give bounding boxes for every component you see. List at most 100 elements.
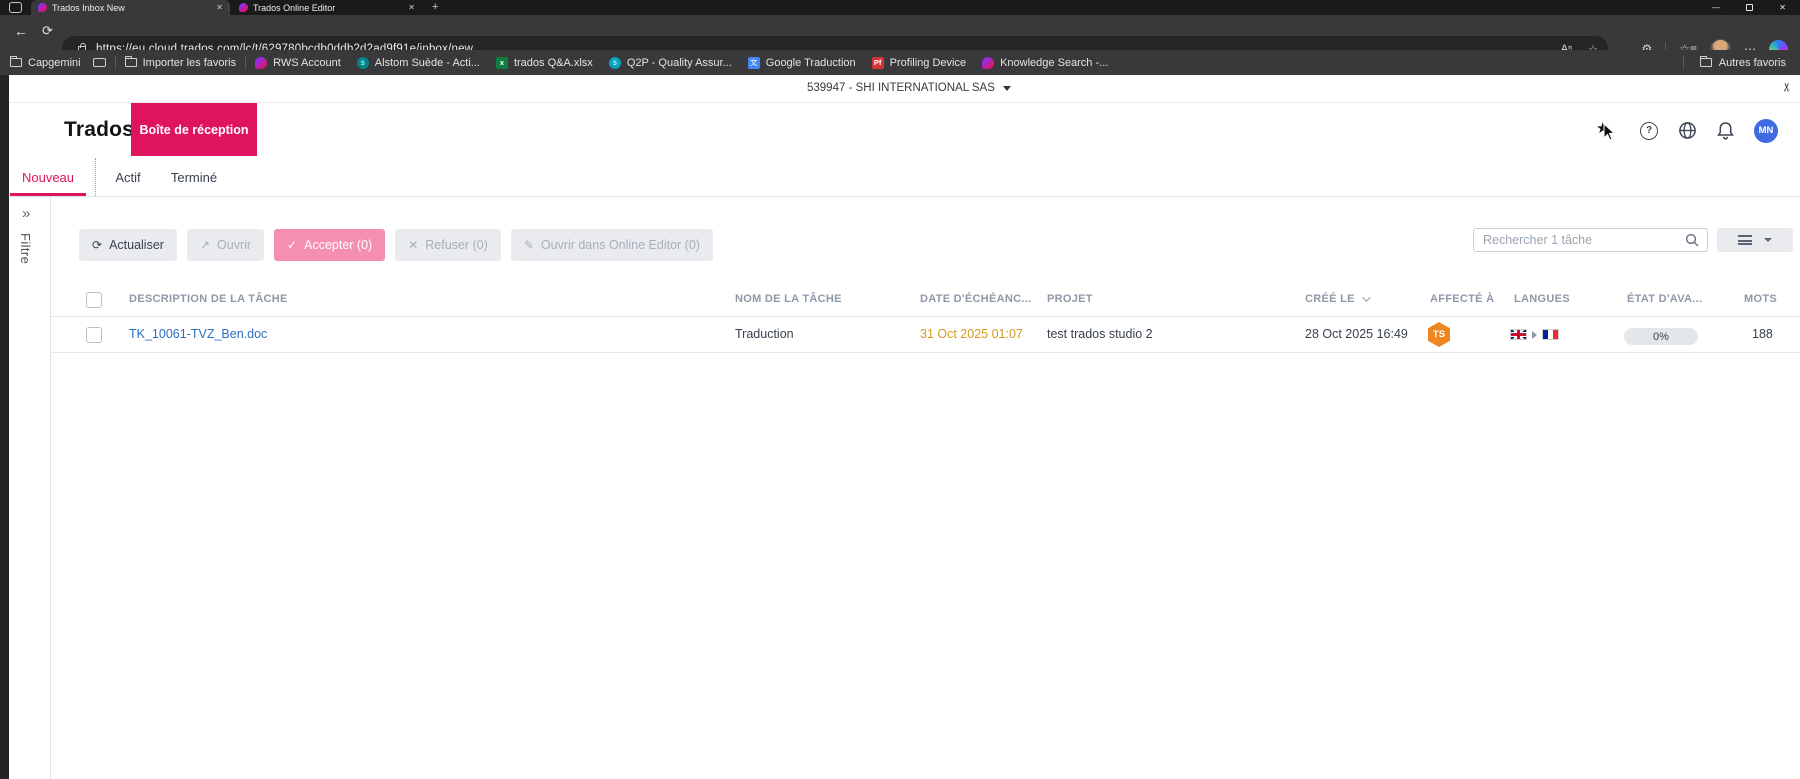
- uk-flag-icon: [1510, 329, 1527, 340]
- row-checkbox[interactable]: [86, 327, 102, 343]
- browser-tab-trados-inbox[interactable]: Trados Inbox New ✕: [31, 0, 230, 15]
- refresh-icon: ⟳: [92, 238, 103, 252]
- assignee-badge[interactable]: TS: [1428, 322, 1450, 347]
- bookmark-label: RWS Account: [273, 56, 341, 69]
- expand-sidebar-icon[interactable]: »: [22, 205, 30, 222]
- back-icon[interactable]: ←: [14, 23, 28, 39]
- tab-actions-icon[interactable]: [9, 2, 22, 13]
- open-button[interactable]: ↗ Ouvrir: [186, 229, 265, 261]
- sharepoint-icon: s: [356, 56, 369, 69]
- refresh-button[interactable]: ⟳ Actualiser: [79, 229, 177, 261]
- bookmark-label: Autres favoris: [1718, 56, 1786, 69]
- chevron-down-icon: [1002, 85, 1011, 91]
- tab-actif[interactable]: Actif: [97, 158, 159, 196]
- due-date-cell: 31 Oct 2025 01:07: [920, 327, 1023, 341]
- column-header-description[interactable]: DESCRIPTION DE LA TÂCHE: [129, 293, 288, 305]
- column-label: CRÉÉ LE: [1305, 293, 1355, 305]
- open-icon: ↗: [199, 238, 211, 252]
- bookmark-label: Google Traduction: [765, 56, 856, 69]
- bookmark-import-favorites[interactable]: Importer les favoris: [124, 56, 236, 69]
- close-icon[interactable]: ✕: [1779, 3, 1786, 12]
- profiling-icon: Pf: [871, 56, 884, 69]
- bell-icon[interactable]: [1717, 121, 1734, 140]
- bookmark-q2p[interactable]: s Q2P - Quality Assur...: [608, 56, 732, 69]
- cursor-pointer-icon: [1603, 122, 1616, 141]
- tab-label: Terminé: [170, 169, 218, 185]
- column-header-project[interactable]: PROJET: [1047, 293, 1093, 305]
- column-header-languages[interactable]: LANGUES: [1514, 293, 1570, 305]
- bookmark-capgemini[interactable]: Capgemini: [10, 56, 81, 69]
- bookmark-trados-qa[interactable]: x trados Q&A.xlsx: [495, 56, 593, 69]
- excel-icon: x: [495, 56, 508, 69]
- bookmarks-divider: [1682, 56, 1684, 69]
- bookmark-alstom[interactable]: s Alstom Suède - Acti...: [356, 56, 480, 69]
- search-box: [1473, 228, 1708, 252]
- tab-focus-outline: [95, 158, 96, 196]
- inbox-tabs: Nouveau Actif Terminé: [9, 158, 1800, 197]
- tab-close-icon[interactable]: ✕: [404, 3, 415, 12]
- arrow-right-icon: [1532, 330, 1537, 339]
- tab-close-icon[interactable]: ✕: [212, 3, 223, 12]
- tab-label: Nouveau: [21, 169, 75, 185]
- browser-toolbar: ← ⟳ https://eu.cloud.trados.com/lc/t/629…: [0, 15, 1800, 62]
- new-tab-button[interactable]: +: [432, 1, 438, 13]
- browser-side-strip: [0, 75, 9, 779]
- folder-import-icon: [124, 56, 137, 67]
- tab-termine[interactable]: Terminé: [159, 158, 229, 196]
- column-header-created[interactable]: CRÉÉ LE: [1305, 293, 1371, 305]
- column-header-task-name[interactable]: NOM DE LA TÂCHE: [735, 293, 842, 305]
- select-all-checkbox[interactable]: [86, 292, 102, 308]
- button-label: Ouvrir dans Online Editor (0): [540, 238, 700, 252]
- tab-title: Trados Inbox New: [52, 2, 125, 13]
- user-avatar[interactable]: MN: [1754, 118, 1778, 143]
- button-label: Actualiser: [109, 238, 164, 252]
- open-online-editor-button[interactable]: ✎ Ouvrir dans Online Editor (0): [510, 229, 713, 261]
- x-icon: ✕: [408, 238, 419, 252]
- bookmark-knowledge-search[interactable]: Knowledge Search -...: [982, 56, 1108, 69]
- bookmark-google-traduction[interactable]: 文 Google Traduction: [747, 56, 856, 69]
- filter-sidebar: » Filtre: [9, 197, 51, 779]
- bookmark-profiling-device[interactable]: Pf Profiling Device: [871, 56, 967, 69]
- maximize-icon[interactable]: [1746, 4, 1754, 11]
- bookmark-label: Q2P - Quality Assur...: [626, 56, 732, 69]
- collections-icon[interactable]: [92, 58, 106, 67]
- bookmark-label: Alstom Suède - Acti...: [374, 56, 480, 69]
- column-header-due-date[interactable]: DATE D'ÉCHÉANC...: [920, 293, 1031, 305]
- refresh-icon[interactable]: ⟳: [42, 23, 53, 39]
- bookmarks-divider: [114, 56, 116, 69]
- task-row[interactable]: TK_10061-TVZ_Ben.doc Traduction 31 Oct 2…: [51, 317, 1800, 353]
- column-header-assignee[interactable]: AFFECTÉ À: [1430, 293, 1494, 305]
- column-header-words[interactable]: MOTS: [1744, 293, 1777, 305]
- globe-icon[interactable]: [1678, 121, 1697, 140]
- browser-tab-online-editor[interactable]: Trados Online Editor ✕: [232, 0, 422, 15]
- bookmark-label: Profiling Device: [889, 56, 967, 69]
- edit-icon: ✎: [523, 238, 534, 252]
- accept-button[interactable]: ✓ Accepter (0): [274, 229, 386, 261]
- whats-new-icon[interactable]: ★: [1596, 119, 1620, 143]
- help-icon[interactable]: ?: [1640, 121, 1658, 140]
- search-input[interactable]: [1474, 233, 1685, 247]
- filter-label[interactable]: Filtre: [18, 233, 33, 264]
- folder-icon: [1699, 56, 1712, 67]
- trados-favicon-icon: [38, 3, 47, 12]
- language-pair: [1510, 329, 1559, 340]
- search-icon[interactable]: [1685, 233, 1699, 247]
- created-cell: 28 Oct 2025 16:49: [1305, 327, 1408, 341]
- minimize-icon[interactable]: —: [1712, 3, 1720, 12]
- tab-separator: [228, 3, 229, 12]
- check-icon: ✓: [287, 238, 298, 252]
- google-translate-icon: 文: [747, 56, 760, 69]
- column-header-progress[interactable]: ÉTAT D'AVA...: [1627, 293, 1702, 305]
- button-label: Ouvrir: [217, 238, 252, 252]
- bookmark-rws-account[interactable]: RWS Account: [255, 56, 341, 69]
- words-cell: 188: [1752, 327, 1773, 341]
- inbox-nav-button[interactable]: Boîte de réception: [131, 103, 257, 156]
- other-favorites-button[interactable]: Autres favoris: [1674, 50, 1786, 75]
- bookmarks-bar: Capgemini Importer les favoris RWS Accou…: [0, 50, 1800, 75]
- tab-nouveau[interactable]: Nouveau: [10, 158, 86, 196]
- account-selector[interactable]: 539947 - SHI INTERNATIONAL SAS: [807, 82, 1011, 94]
- task-description-link[interactable]: TK_10061-TVZ_Ben.doc: [129, 327, 267, 341]
- list-view-icon: [1738, 235, 1752, 245]
- reject-button[interactable]: ✕ Refuser (0): [395, 229, 501, 261]
- view-options-button[interactable]: [1717, 228, 1793, 252]
